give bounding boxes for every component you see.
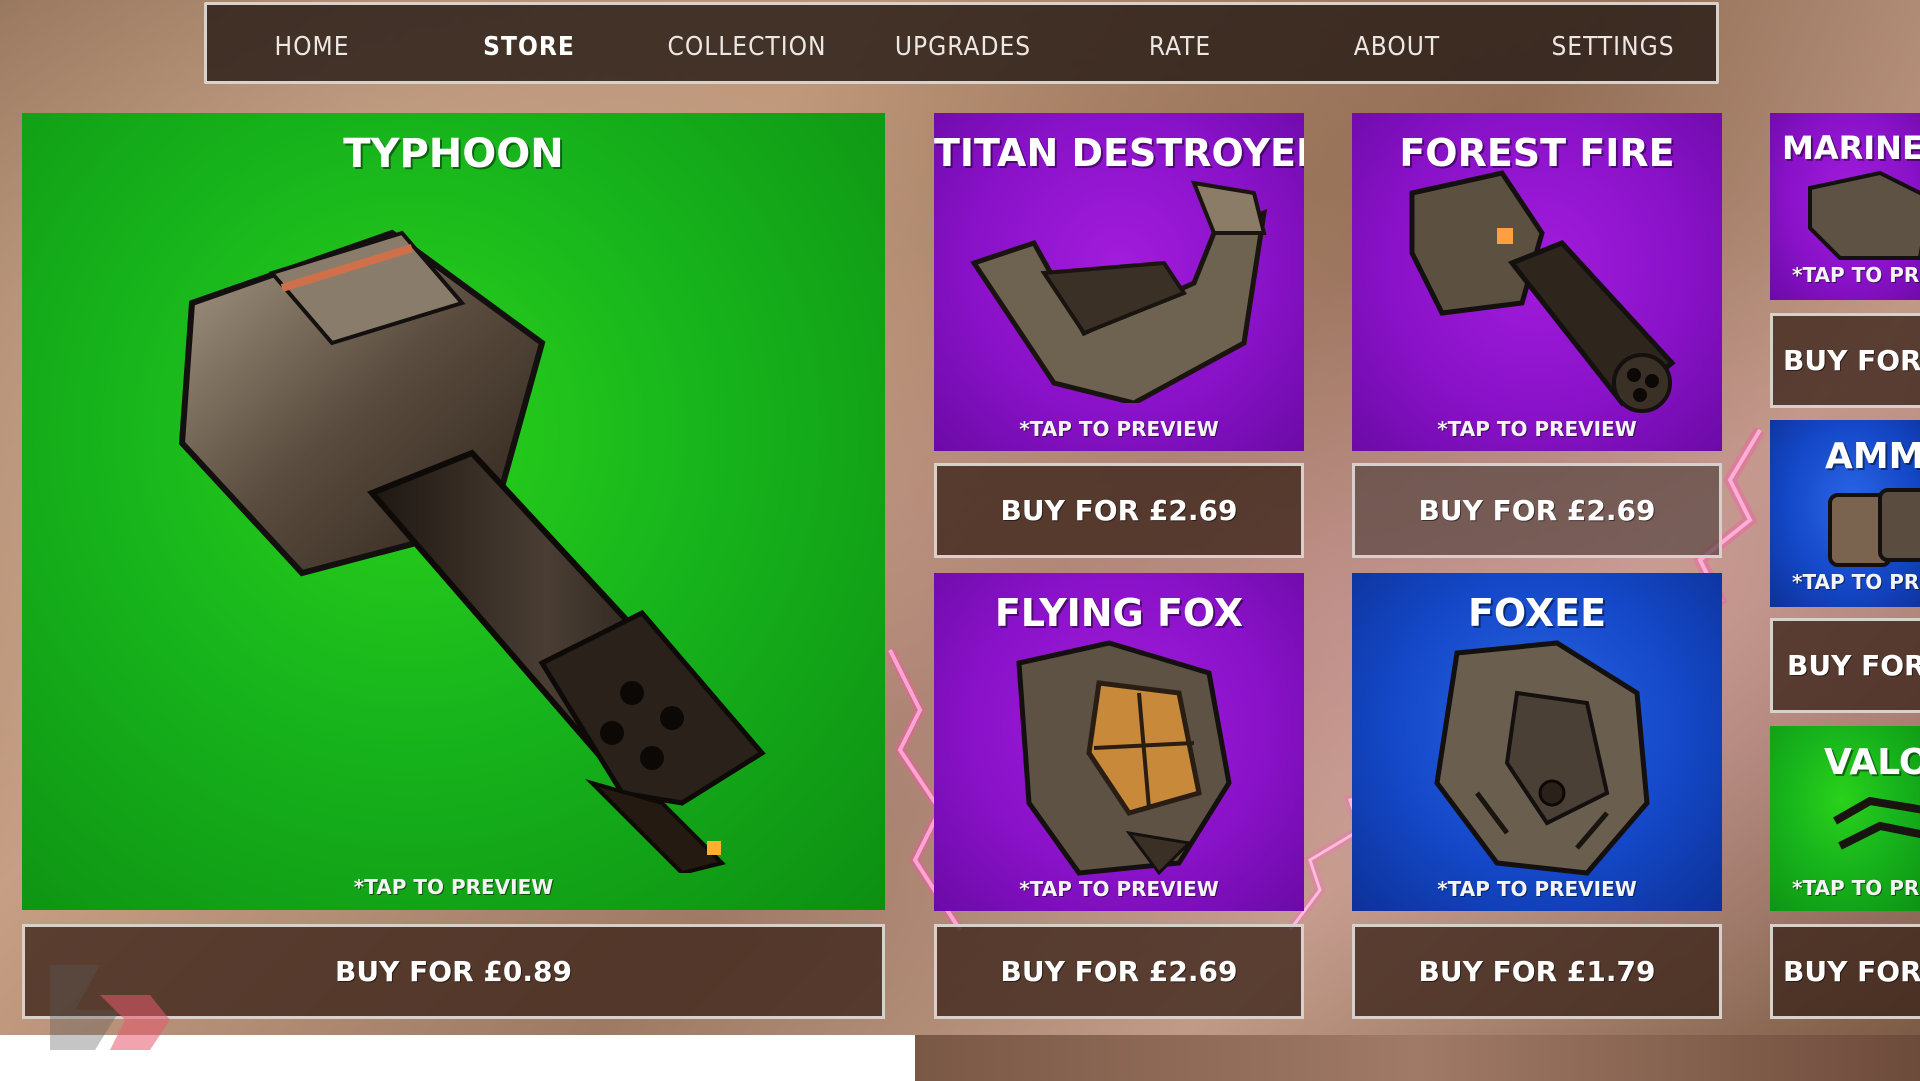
weapon-image [1434, 640, 1650, 876]
weapon-image [970, 180, 1268, 403]
tap-to-preview-label: *TAP TO PREVIEW [353, 875, 554, 899]
weapon-image [1833, 796, 1920, 850]
weapon-image [1409, 170, 1676, 413]
buy-button[interactable]: BUY FOR £ [1770, 924, 1920, 1019]
item-title: FLYING FOX [994, 591, 1244, 635]
buy-button[interactable]: BUY FOR £2.69 [934, 924, 1304, 1019]
tap-to-preview-label: *TAP TO PREVIEW [1437, 417, 1637, 441]
featured-item-card[interactable]: TYPHOON *TAP TO PREVIEW [22, 113, 885, 910]
buy-button[interactable]: BUY FOR £ [1770, 313, 1920, 408]
tap-to-preview-label: *TAP TO PREVIEW [1019, 417, 1219, 441]
tap-to-preview-label: *TAP TO PREV [1792, 570, 1920, 594]
buy-button[interactable]: BUY FOR £1.79 [1352, 924, 1722, 1019]
nav-about[interactable]: ABOUT [1354, 5, 1440, 81]
weapon-image [178, 229, 766, 873]
weapon-image [1828, 488, 1920, 567]
item-title: TYPHOON [343, 131, 564, 177]
tap-to-preview-label: *TAP TO PREV [1792, 263, 1920, 287]
watermark-logo [50, 965, 170, 1050]
store-item-card[interactable]: FOXEE *TAP TO PREVIEW [1352, 573, 1722, 911]
store-item-card[interactable]: MARINE T *TAP TO PREV [1770, 113, 1920, 300]
store-item-card[interactable]: FLYING FOX *TAP TO PREVIEW [934, 573, 1304, 911]
nav-store[interactable]: STORE [483, 5, 575, 81]
store-item-card[interactable]: AMMI *TAP TO PREV [1770, 420, 1920, 607]
weapon-image [1808, 170, 1920, 260]
tap-to-preview-label: *TAP TO PREV [1792, 876, 1920, 900]
store-item-card[interactable]: FOREST FIRE *TAP TO PREVIEW [1352, 113, 1722, 451]
nav-rate[interactable]: RATE [1149, 5, 1211, 81]
buy-button[interactable]: BUY FOR £2.69 [934, 463, 1304, 558]
tap-to-preview-label: *TAP TO PREVIEW [1437, 877, 1637, 901]
nav-home[interactable]: HOME [275, 5, 350, 81]
item-title: MARINE T [1782, 129, 1920, 167]
item-title: AMMI [1825, 436, 1920, 477]
tap-to-preview-label: *TAP TO PREVIEW [1019, 877, 1219, 901]
buy-button[interactable]: BUY FOR £ [1770, 618, 1920, 713]
item-title: FOXEE [1467, 591, 1607, 635]
store-item-card[interactable]: TITAN DESTROYER *TAP TO PREVIEW [934, 113, 1304, 451]
nav-collection[interactable]: COLLECTION [668, 5, 827, 81]
nav-settings[interactable]: SETTINGS [1551, 5, 1674, 81]
buy-button[interactable]: BUY FOR £2.69 [1352, 463, 1722, 558]
store-item-card[interactable]: VALO *TAP TO PREV [1770, 726, 1920, 911]
game-background-strip [915, 1035, 1920, 1081]
item-title: VALO [1824, 742, 1920, 783]
weapon-image [1016, 640, 1232, 876]
item-title: TITAN DESTROYER [934, 131, 1304, 175]
nav-upgrades[interactable]: UPGRADES [895, 5, 1031, 81]
top-nav-bar: HOME STORE COLLECTION UPGRADES RATE ABOU… [204, 2, 1719, 84]
